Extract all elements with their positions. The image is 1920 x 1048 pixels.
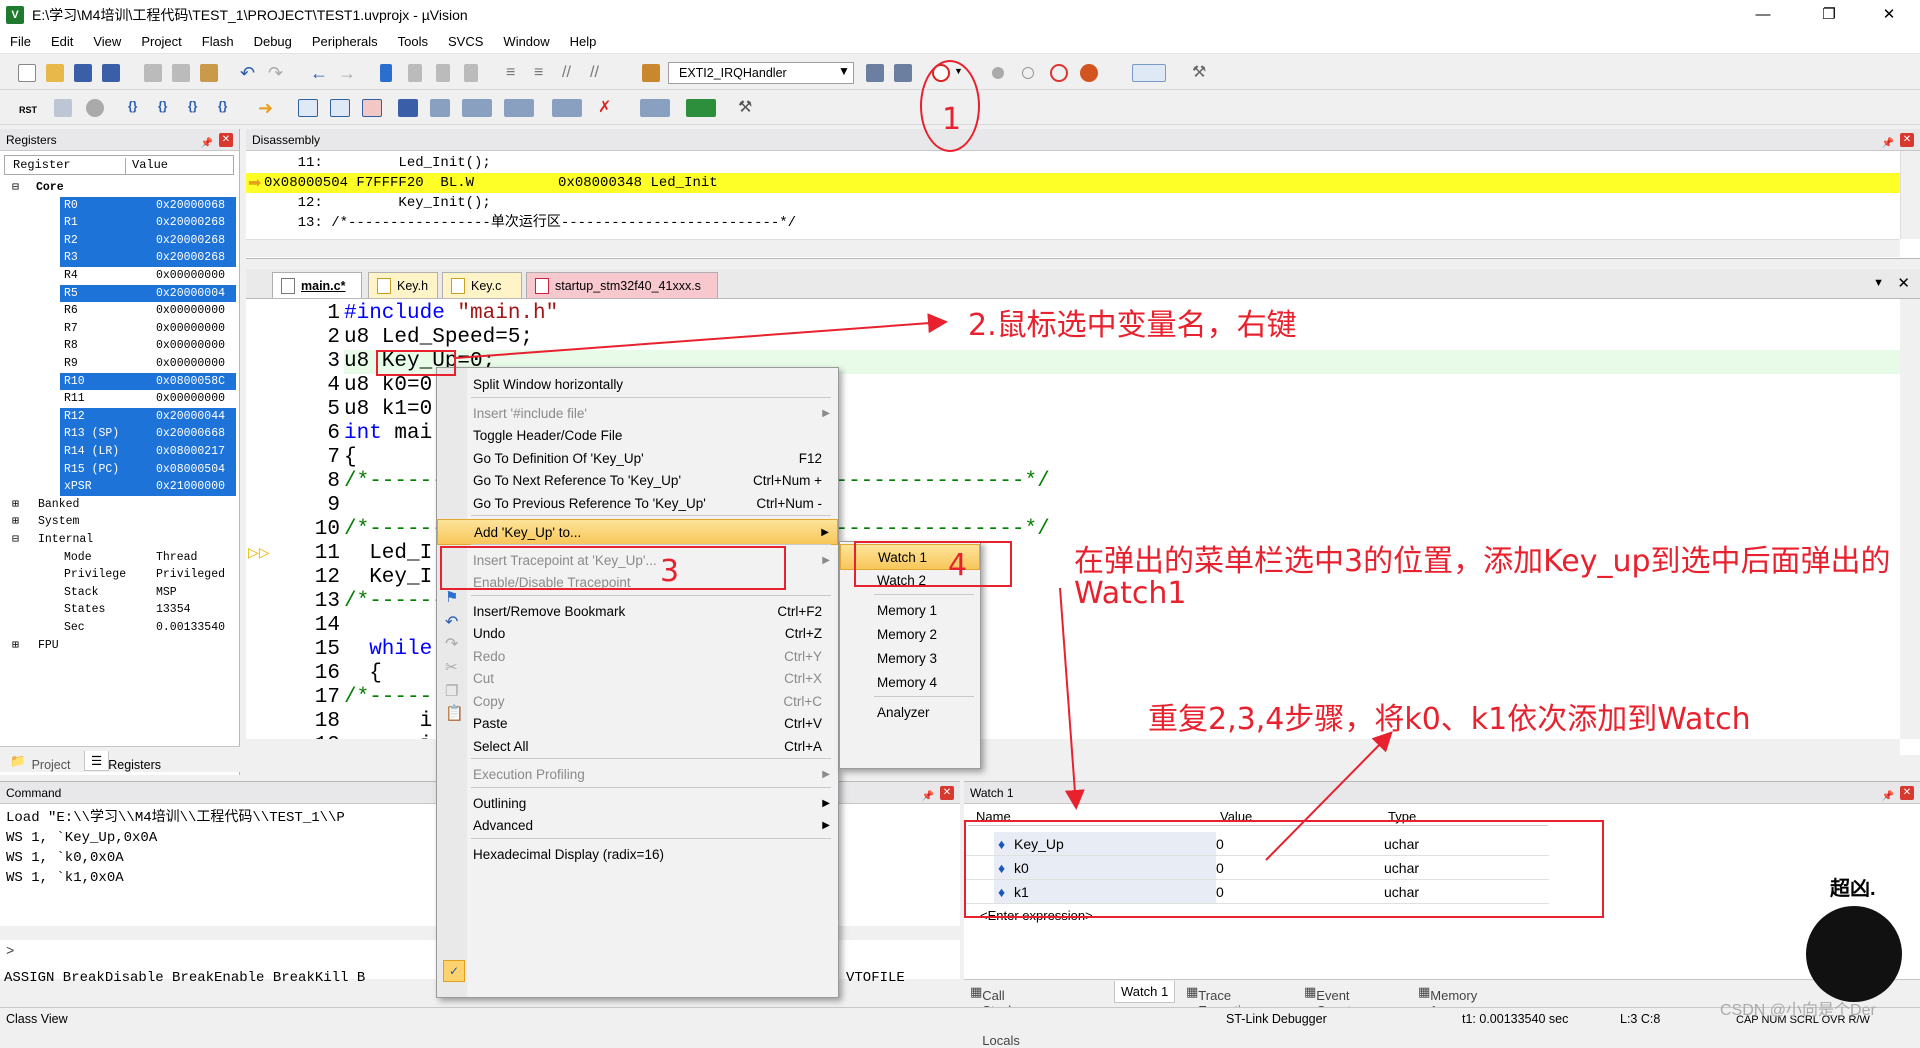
arrow-6: [1265, 731, 1393, 861]
avatar-logo-icon: [1806, 906, 1902, 1002]
signature: 超凶.: [1830, 878, 1876, 900]
arrow-2: [455, 313, 948, 359]
annotation-arrows: [455, 313, 1393, 861]
arrow-to-watch: [1059, 587, 1085, 810]
watermark: CSDN @小向是个Der: [1720, 1002, 1876, 1019]
